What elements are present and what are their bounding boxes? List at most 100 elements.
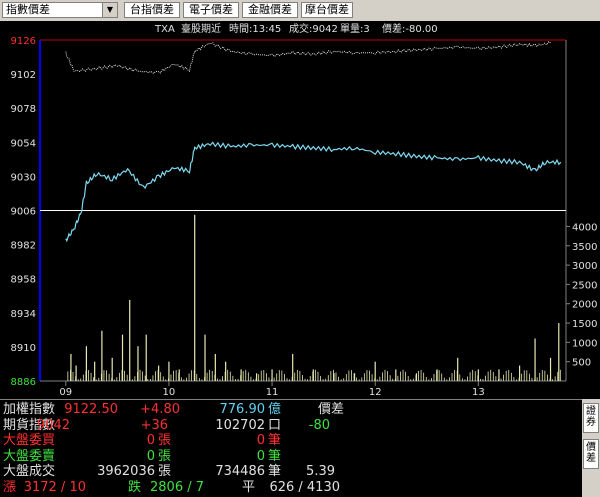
volume-bar	[147, 378, 149, 381]
spread-tab[interactable]: 價 差	[583, 439, 599, 469]
taiex-change: +4.80	[140, 402, 180, 417]
volume-bar	[271, 369, 273, 381]
decline-label: 跌	[128, 479, 141, 495]
volume-bar	[498, 379, 499, 381]
volume-bar	[531, 377, 533, 381]
securities-tab[interactable]: 證 券	[583, 403, 599, 433]
volume-bar	[77, 379, 79, 381]
volume-bar	[407, 376, 409, 381]
price-tick-label: 9006	[11, 207, 36, 218]
volume-bar	[312, 371, 314, 381]
volume-bar	[382, 372, 383, 381]
volume-bar	[281, 370, 283, 381]
msci-spread-button[interactable]: 摩台價差	[301, 2, 353, 18]
volume-tick-label: 3500	[572, 242, 597, 253]
volume-bar	[119, 372, 120, 381]
chevron-down-icon[interactable]: ▼	[102, 3, 117, 17]
volume-bar	[490, 369, 492, 381]
volume-tick-label: 1000	[572, 338, 597, 349]
price-tick-label: 9054	[11, 138, 36, 149]
volume-bar	[436, 370, 437, 381]
volume-bar	[510, 372, 512, 381]
header-product: 臺股期近	[181, 22, 221, 35]
time-axis-ticks: 09 10 11 12 13	[59, 381, 485, 398]
volume-bar	[544, 370, 546, 381]
volume-bar	[557, 372, 559, 381]
volume-bar	[222, 376, 223, 381]
securities-tab-char-1: 證	[586, 406, 596, 417]
volume-bar	[467, 376, 468, 381]
volume-bar	[528, 373, 530, 381]
volume-bar	[379, 376, 381, 381]
volume-tick-label: 3000	[572, 261, 597, 272]
volume-bar	[224, 371, 226, 381]
volume-bar	[526, 370, 528, 381]
volume-bar	[129, 299, 131, 381]
volume-bar	[492, 371, 494, 381]
volume-bar	[374, 378, 376, 381]
volume-bar	[291, 376, 293, 381]
volume-bar	[343, 378, 345, 381]
volume-bar	[237, 378, 239, 381]
volume-bar	[554, 376, 556, 381]
volume-bar	[469, 372, 471, 381]
volume-bar	[227, 369, 229, 381]
volume-bar	[204, 334, 206, 381]
volume-bar	[389, 375, 391, 381]
volume-bar	[549, 378, 551, 381]
volume-tick-label: 2000	[572, 300, 597, 311]
volume-bar	[412, 378, 414, 381]
spread-label: 價差	[318, 402, 344, 417]
volume-bar	[454, 370, 456, 381]
header-unit: 單量:3	[340, 23, 370, 35]
time-tick-label: 09	[59, 387, 72, 398]
volume-bars	[67, 214, 561, 381]
taiex-value: 9122.50	[64, 402, 118, 417]
bid-label: 大盤委買	[3, 433, 55, 448]
unchanged-value: 626 / 4130	[269, 480, 340, 495]
volume-bar	[157, 369, 159, 381]
volume-bar	[485, 375, 486, 381]
volume-bar	[245, 369, 247, 381]
volume-bar	[201, 379, 203, 381]
volume-bar	[356, 377, 358, 381]
volume-bar	[479, 378, 481, 381]
volume-bar	[162, 376, 164, 381]
volume-bar	[168, 378, 169, 381]
volume-bar	[420, 369, 422, 381]
taiex-amount-unit: 億	[268, 401, 281, 417]
ask-amount: 0	[257, 449, 265, 464]
volume-bar	[193, 370, 195, 381]
volume-axis-ticks: 4000 3500 3000 2500 2000 1500 1000 500	[566, 222, 597, 369]
volume-bar	[289, 379, 290, 381]
volume-bar	[304, 378, 306, 381]
volume-bar	[188, 373, 190, 381]
bid-value: 0	[147, 433, 155, 448]
turnover-unit: 張	[158, 464, 171, 479]
volume-bar	[131, 379, 133, 381]
price-tick-label: 9126	[11, 36, 36, 47]
volume-bar	[325, 378, 327, 381]
volume-bar	[459, 374, 461, 381]
volume-bar	[180, 377, 182, 381]
volume-bar	[124, 370, 125, 381]
volume-bar	[75, 376, 76, 381]
time-tick-label: 11	[266, 387, 279, 398]
taiex-amount: 776.90	[220, 402, 266, 417]
volume-bar	[278, 370, 280, 381]
volume-bar	[513, 377, 515, 381]
taiex-spread-button[interactable]: 台指價差	[124, 2, 180, 18]
finance-spread-button[interactable]: 金融價差	[242, 2, 298, 18]
intraday-chart[interactable]: TXA 臺股期近 時間:13:45 成交:9042 單量:3 價差:-80.00…	[0, 21, 600, 399]
volume-bar	[175, 370, 177, 381]
volume-bar	[415, 374, 417, 381]
volume-bar	[178, 373, 180, 381]
volume-bar	[165, 379, 167, 381]
volume-bar	[495, 376, 497, 381]
volume-bar	[196, 373, 198, 381]
volume-bar	[461, 378, 463, 381]
index-select[interactable]: 指數價差 ▼	[2, 2, 118, 18]
header-symbol: TXA	[154, 24, 175, 35]
volume-bar	[477, 375, 479, 381]
electronics-spread-button[interactable]: 電子價差	[183, 2, 239, 18]
